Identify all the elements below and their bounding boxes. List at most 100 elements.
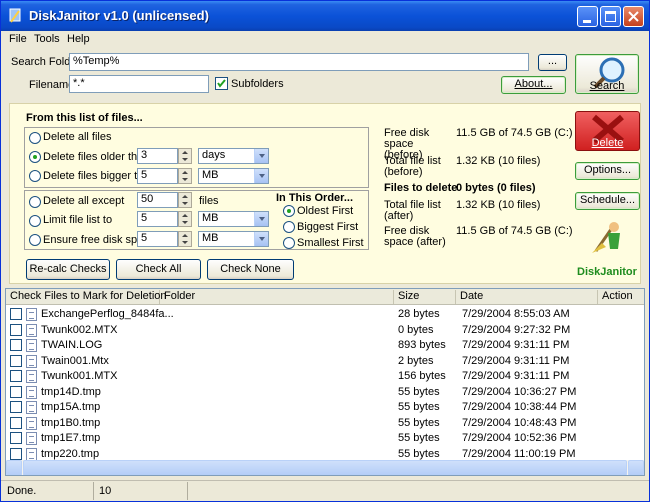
limit-unit-value: MB [202, 212, 219, 224]
recalc-checks-button[interactable]: Re-calc Checks [26, 259, 110, 280]
older-than-radio[interactable] [29, 151, 41, 163]
scroll-left-arrow[interactable] [6, 460, 22, 475]
scroll-thumb[interactable] [23, 460, 627, 475]
maximize-button[interactable] [600, 6, 621, 27]
table-row[interactable]: ExchangePerflog_8484fa... 28 bytes 7/29/20… [6, 307, 644, 322]
to-delete-value: 0 bytes (0 files) [456, 182, 536, 194]
col-check-files[interactable]: Check Files to Mark for Deletion [6, 290, 167, 304]
subfolders-checkbox[interactable] [215, 77, 228, 90]
bigger-than-input[interactable]: 5 [137, 168, 178, 184]
search-folder-input[interactable]: %Temp% [69, 53, 529, 71]
col-folder[interactable]: Folder [160, 290, 394, 304]
table-row[interactable]: tmp15A.tmp 55 bytes 7/29/2004 10:38:44 PM [6, 400, 644, 415]
col-date[interactable]: Date [456, 290, 598, 304]
window-title: DiskJanitor v1.0 (unlicensed) [29, 8, 209, 23]
col-action[interactable]: Action [598, 290, 644, 304]
row-size: 156 bytes [398, 370, 446, 382]
table-row[interactable]: Twunk001.MTX 156 bytes 7/29/2004 9:31:11 P… [6, 369, 644, 384]
all-except-radio[interactable] [29, 196, 41, 208]
check-all-button[interactable]: Check All [116, 259, 201, 280]
browse-button[interactable]: ... [538, 54, 567, 71]
all-except-input[interactable]: 50 [137, 192, 178, 208]
title-bar[interactable]: DiskJanitor v1.0 (unlicensed) [1, 1, 649, 31]
older-than-input[interactable]: 3 [137, 148, 178, 164]
all-except-spinner[interactable] [178, 192, 192, 208]
status-divider [187, 482, 188, 500]
oldest-first-radio[interactable] [283, 205, 295, 217]
all-except-label: Delete all except [43, 195, 125, 207]
order-heading: In This Order... [276, 192, 354, 204]
bigger-unit-select[interactable]: MB [198, 168, 269, 184]
menu-tools[interactable]: Tools [34, 33, 60, 45]
bigger-than-spinner[interactable] [178, 168, 192, 184]
row-checkbox[interactable] [10, 416, 22, 429]
table-row[interactable]: Twain001.Mtx 2 bytes 7/29/2004 9:31:11 PM [6, 354, 644, 369]
close-button[interactable] [623, 6, 644, 27]
limit-list-spinner[interactable] [178, 211, 192, 227]
scroll-right-arrow[interactable] [628, 460, 644, 475]
ensure-free-spinner[interactable] [178, 231, 192, 247]
row-filename: tmp220.tmp [41, 447, 100, 460]
options-button[interactable]: Options... [575, 162, 640, 180]
filename-input[interactable]: *.* [69, 75, 209, 93]
menu-file[interactable]: File [9, 33, 27, 45]
delete-all-radio[interactable] [29, 132, 41, 144]
bigger-than-radio[interactable] [29, 170, 41, 182]
table-row[interactable]: TWAIN.LOG 893 bytes 7/29/2004 9:31:11 PM [6, 338, 644, 353]
row-date: 7/29/2004 10:36:27 PM [462, 385, 577, 398]
table-row[interactable]: tmp1E7.tmp 55 bytes 7/29/2004 10:52:36 PM [6, 431, 644, 446]
older-than-spinner[interactable] [178, 148, 192, 164]
row-checkbox[interactable] [10, 447, 22, 460]
options-panel: From this list of files... Delete all fi… [9, 103, 641, 284]
subfolders-label: Subfolders [231, 78, 284, 90]
row-size: 55 bytes [398, 416, 440, 429]
table-row[interactable]: tmp1B0.tmp 55 bytes 7/29/2004 10:48:43 PM [6, 416, 644, 431]
table-row[interactable]: tmp14D.tmp 55 bytes 7/29/2004 10:36:27 PM [6, 385, 644, 400]
status-text: Done. [7, 485, 37, 497]
row-checkbox[interactable] [10, 308, 22, 320]
older-unit-select[interactable]: days [198, 148, 269, 164]
row-checkbox[interactable] [10, 401, 22, 413]
minimize-button[interactable] [577, 6, 598, 27]
ensure-unit-value: MB [202, 232, 219, 244]
chevron-down-icon [254, 149, 268, 163]
col-size[interactable]: Size [394, 290, 456, 304]
row-checkbox[interactable] [10, 385, 22, 398]
row-filename: Twunk002.MTX [41, 323, 118, 336]
limit-unit-select[interactable]: MB [198, 211, 269, 227]
limit-list-input[interactable]: 5 [137, 211, 178, 227]
row-size: 28 bytes [398, 308, 440, 320]
smallest-first-radio[interactable] [283, 237, 295, 249]
table-row[interactable]: Twunk002.MTX 0 bytes 7/29/2004 9:27:32 PM [6, 323, 644, 338]
row-size: 893 bytes [398, 339, 446, 351]
row-filename: tmp1E7.tmp [41, 432, 101, 444]
chevron-down-icon [254, 232, 268, 246]
schedule-button[interactable]: Schedule... [575, 192, 640, 210]
app-broom-icon [9, 8, 21, 23]
ensure-free-input[interactable]: 5 [137, 231, 178, 247]
row-checkbox[interactable] [10, 354, 22, 367]
file-icon [26, 385, 37, 399]
row-size: 55 bytes [398, 432, 440, 444]
row-checkbox[interactable] [10, 432, 22, 444]
chevron-down-icon [254, 169, 268, 183]
delete-all-label: Delete all files [43, 131, 112, 143]
biggest-first-radio[interactable] [283, 221, 295, 233]
total-before-label: Total file list (before) [384, 155, 441, 178]
about-button[interactable]: About... [501, 76, 566, 94]
check-none-button[interactable]: Check None [207, 259, 294, 280]
limit-list-radio[interactable] [29, 215, 41, 227]
menu-help[interactable]: Help [67, 33, 90, 45]
row-checkbox[interactable] [10, 339, 22, 351]
row-checkbox[interactable] [10, 370, 22, 382]
row-size: 55 bytes [398, 447, 440, 460]
ensure-unit-select[interactable]: MB [198, 231, 269, 247]
older-than-label: Delete files older than [43, 151, 150, 163]
delete-button[interactable]: Delete [575, 111, 640, 151]
row-filename: tmp1B0.tmp [41, 416, 101, 429]
file-list[interactable]: Check Files to Mark for Deletion Folder … [5, 288, 645, 476]
search-button[interactable]: Search [575, 54, 639, 94]
ensure-free-radio[interactable] [29, 234, 41, 246]
row-checkbox[interactable] [10, 323, 22, 336]
horizontal-scrollbar[interactable] [6, 460, 644, 475]
